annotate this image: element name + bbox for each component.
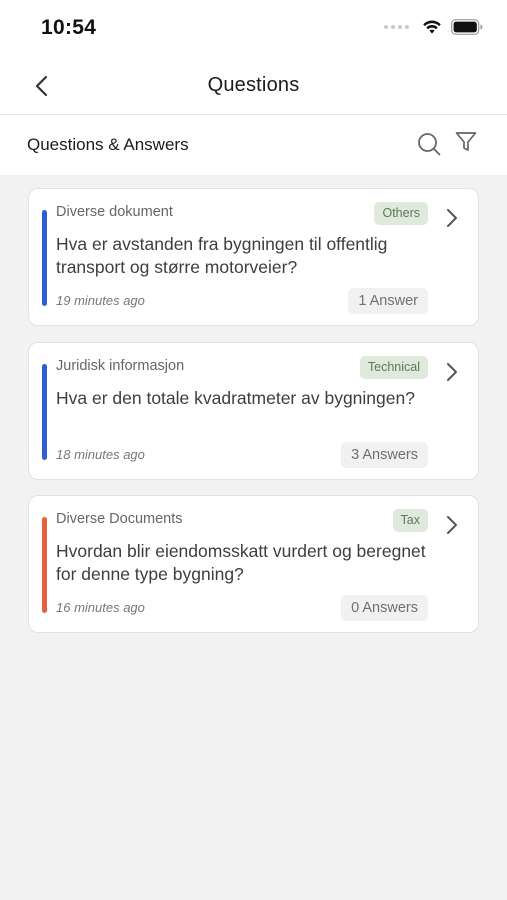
- chevron-right-icon: [447, 363, 457, 381]
- nav-bar: Questions: [0, 56, 507, 115]
- status-time: 10:54: [41, 16, 97, 39]
- card-category: Juridisk informasjon: [56, 358, 185, 374]
- chevron-right-icon: [447, 209, 457, 227]
- question-text: Hva er avstanden fra bygningen til offen…: [56, 234, 388, 277]
- answer-count-badge: 1 Answer: [348, 288, 428, 314]
- answer-count-badge: 0 Answers: [341, 595, 428, 621]
- status-bar: 10:54: [0, 0, 507, 56]
- question-text: Hvordan blir eiendomsskatt vurdert og be…: [56, 541, 426, 584]
- category-tag: Others: [374, 202, 428, 225]
- signal-icon: [384, 24, 409, 29]
- card-category: Diverse dokument: [56, 204, 173, 220]
- page-title: Questions: [207, 74, 300, 96]
- question-text: Hva er den totale kvadratmeter av bygnin…: [56, 388, 415, 408]
- accent-bar: [42, 364, 47, 460]
- chevron-right-icon: [447, 516, 457, 534]
- timestamp: 19 minutes ago: [56, 293, 145, 308]
- accent-bar: [42, 517, 47, 613]
- accent-bar: [42, 210, 47, 306]
- question-card[interactable]: Juridisk informasjon Technical Hva er de…: [28, 342, 479, 480]
- card-category: Diverse Documents: [56, 511, 183, 527]
- question-card[interactable]: Diverse Documents Tax Hvordan blir eiend…: [28, 495, 479, 633]
- section-title: Questions & Answers: [27, 135, 189, 154]
- filter-icon[interactable]: [455, 131, 477, 153]
- question-card[interactable]: Diverse dokument Others Hva er avstanden…: [28, 188, 479, 326]
- search-icon[interactable]: [417, 132, 441, 156]
- timestamp: 16 minutes ago: [56, 600, 145, 615]
- wifi-icon: [423, 20, 441, 34]
- battery-icon: [451, 18, 483, 35]
- category-tag: Tax: [392, 509, 428, 532]
- answer-count-badge: 3 Answers: [341, 442, 428, 468]
- timestamp: 18 minutes ago: [56, 447, 145, 462]
- category-tag: Technical: [359, 356, 428, 379]
- status-icons: [384, 18, 483, 35]
